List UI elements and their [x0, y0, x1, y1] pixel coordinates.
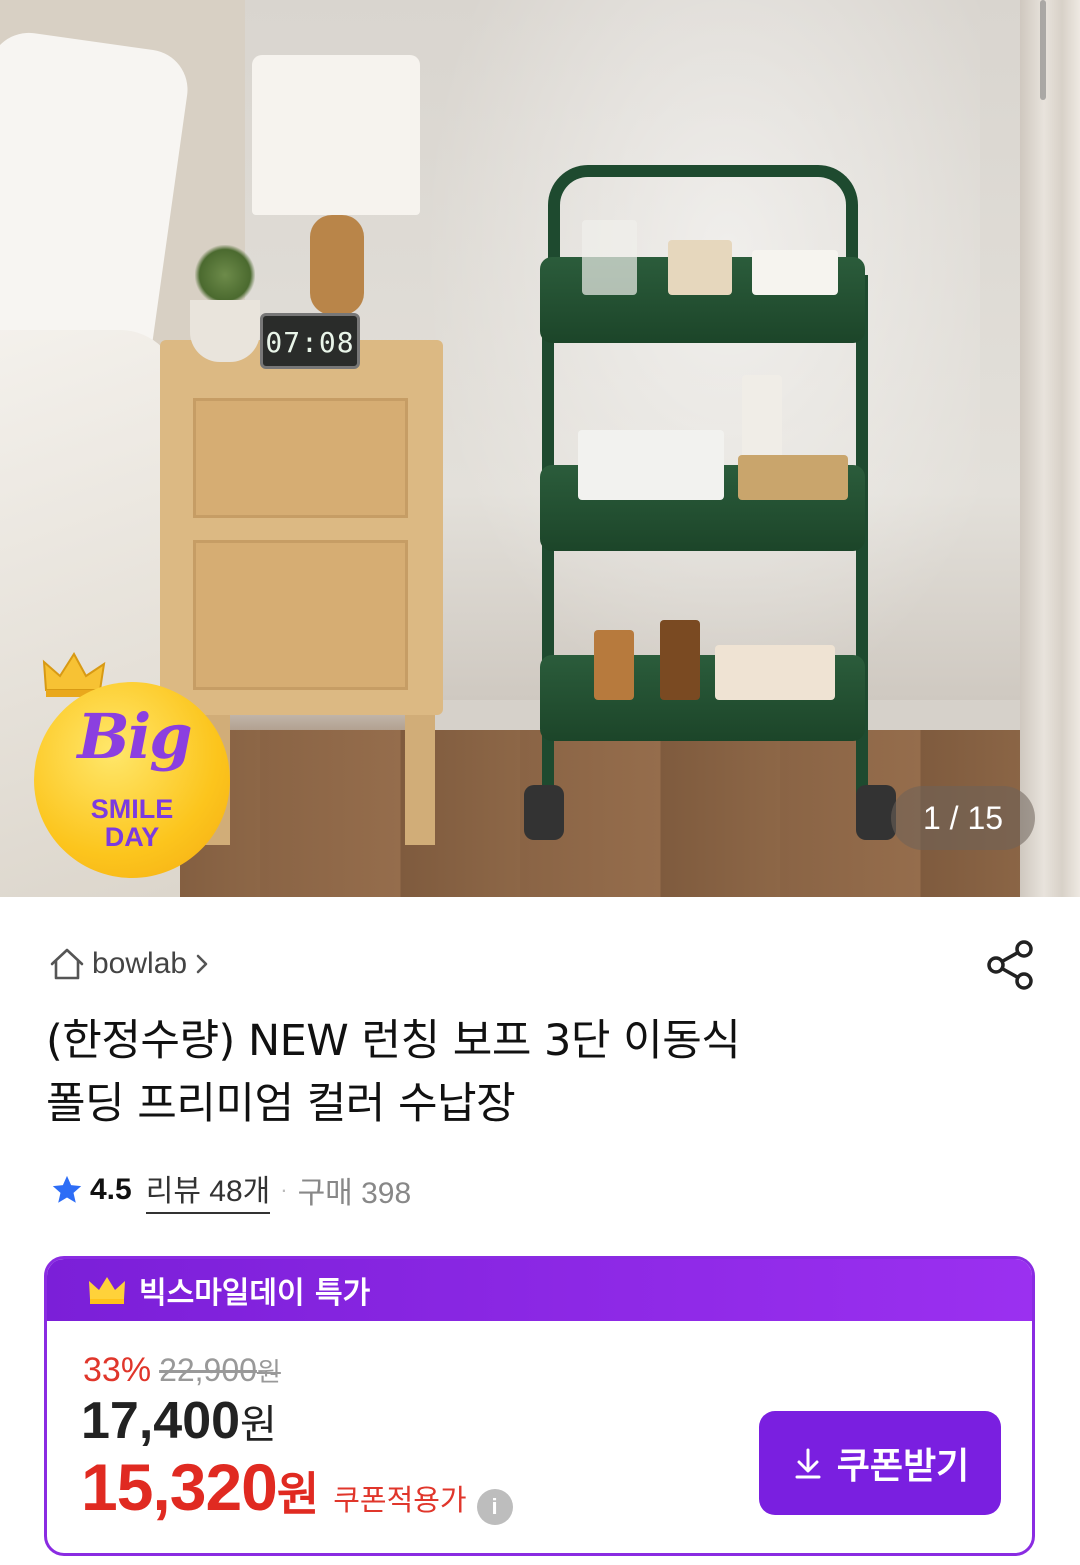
- chevron-right-icon: [196, 954, 208, 974]
- discount-row: 33% 22,900원: [83, 1351, 281, 1390]
- discount-rate: 33%: [83, 1351, 152, 1389]
- lamp-base: [310, 215, 364, 315]
- coupon-price-row: 15,320 원 쿠폰적용가 i: [81, 1449, 513, 1525]
- star-icon: [52, 1175, 82, 1203]
- coupon-button-label: 쿠폰받기: [836, 1446, 970, 1487]
- basket-item: [738, 455, 848, 500]
- scrollbar-thumb[interactable]: [1040, 0, 1046, 100]
- share-icon: [987, 940, 1033, 990]
- plant: [195, 245, 255, 305]
- big-smile-day-badge: Big SMILE DAY: [34, 682, 230, 878]
- nightstand: [160, 340, 443, 715]
- product-title-line: 폴딩 프리미엄 컬러 수납장: [46, 1079, 516, 1129]
- store-link[interactable]: bowlab: [48, 942, 213, 986]
- curtain: [1020, 0, 1080, 897]
- separator-dot: ·: [280, 1177, 288, 1202]
- reviews-link[interactable]: 리뷰 48개: [145, 1166, 271, 1214]
- bottle-item: [594, 630, 634, 700]
- info-icon[interactable]: i: [476, 1489, 513, 1525]
- original-price: 22,900: [159, 1352, 257, 1388]
- sale-price: 17,400원: [81, 1391, 277, 1451]
- share-button[interactable]: [982, 936, 1040, 994]
- bottle-item: [660, 620, 700, 700]
- rating-score: 4.5: [90, 1173, 132, 1206]
- sale-price-value: 17,400: [81, 1392, 241, 1450]
- nightstand-drawer: [193, 398, 408, 518]
- cart-wheel: [524, 785, 564, 840]
- original-price-group: 22,900원: [159, 1352, 281, 1389]
- alarm-clock: 07:08: [260, 313, 360, 369]
- nightstand-leg: [405, 715, 435, 845]
- pen-holder-item: [668, 240, 732, 295]
- rating-row: 4.5 리뷰 48개 · 구매 398: [50, 1166, 412, 1214]
- image-counter: 1 / 15: [891, 786, 1035, 850]
- original-price-unit: 원: [256, 1357, 281, 1387]
- coupon-download-button[interactable]: 쿠폰받기: [759, 1411, 1001, 1515]
- home-icon: [50, 948, 84, 980]
- lamp-shade: [252, 55, 420, 215]
- cart-wheel: [856, 785, 896, 840]
- download-arrow-icon: [795, 1448, 821, 1479]
- crown-icon: [89, 1277, 125, 1304]
- storage-cart: [520, 165, 896, 845]
- towel-item: [715, 645, 835, 700]
- plant-pot: [190, 300, 260, 362]
- price-header: 빅스마일데이 특가: [47, 1259, 1032, 1321]
- sale-price-unit: 원: [240, 1403, 277, 1447]
- store-name: bowlab: [92, 947, 188, 980]
- clock-display: 07:08: [265, 326, 355, 359]
- badge-big-text: Big: [77, 700, 192, 773]
- coupon-price-value: 15,320: [81, 1450, 278, 1524]
- nightstand-drawer: [193, 540, 408, 690]
- tissue-box-item: [752, 250, 838, 295]
- product-title: (한정수량) NEW 런칭 보프 3단 이동식 폴딩 프리미엄 컬러 수납장: [46, 1010, 1006, 1136]
- purchase-count: 구매 398: [297, 1177, 412, 1210]
- product-image-gallery[interactable]: 07:08 Big SMILE DAY 1 / 15: [0, 0, 1080, 897]
- badge-day-text: DAY: [104, 822, 160, 852]
- price-header-label: 빅스마일데이 특가: [139, 1276, 371, 1311]
- coupon-price-unit: 원: [276, 1468, 320, 1520]
- diffuser-item: [582, 220, 637, 295]
- badge-smile-text: SMILE: [90, 794, 174, 824]
- magazine-item: [578, 430, 724, 500]
- price-box: 빅스마일데이 특가 33% 22,900원 17,400원 15,320 원 쿠…: [44, 1256, 1035, 1556]
- coupon-price-label: 쿠폰적용가: [333, 1483, 467, 1517]
- product-title-line: (한정수량) NEW 런칭 보프 3단 이동식: [46, 1016, 741, 1066]
